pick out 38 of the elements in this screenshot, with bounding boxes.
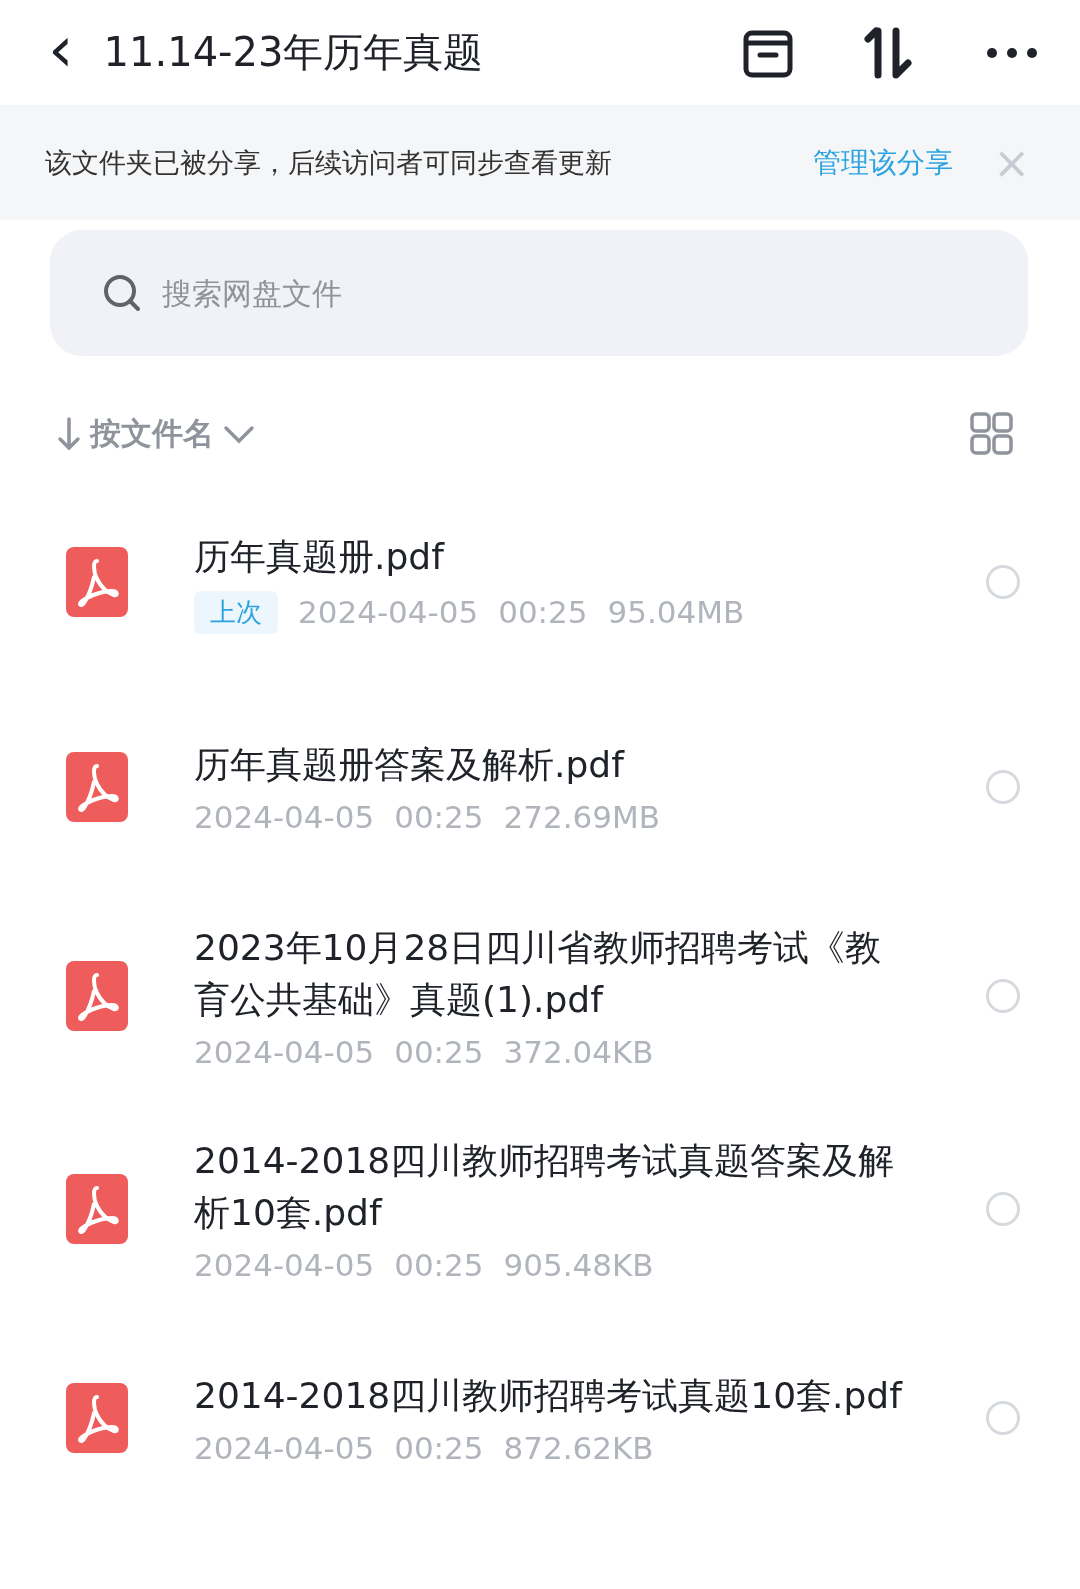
- select-radio[interactable]: [986, 1192, 1020, 1226]
- pdf-file-icon: [66, 961, 128, 1031]
- back-button[interactable]: ‹: [48, 16, 74, 81]
- file-date: 2024-04-05: [298, 594, 479, 630]
- file-size: 372.04KB: [503, 1034, 654, 1070]
- share-notice: 该文件夹已被分享，后续访问者可同步查看更新: [45, 145, 613, 180]
- folder-title: 11.14-23年历年真题: [103, 28, 485, 77]
- pdf-file-icon: [66, 1383, 128, 1453]
- file-size: 905.48KB: [503, 1247, 654, 1283]
- file-date: 2024-04-05: [194, 1247, 375, 1283]
- select-radio[interactable]: [986, 770, 1020, 804]
- file-name[interactable]: 历年真题册.pdf: [194, 530, 914, 583]
- search-icon: [102, 273, 142, 313]
- file-date: 2024-04-05: [194, 1430, 375, 1466]
- file-name[interactable]: 2014-2018四川教师招聘考试真题答案及解析10套.pdf: [194, 1135, 914, 1239]
- file-time: 00:25: [394, 799, 484, 835]
- file-size: 872.62KB: [503, 1430, 654, 1466]
- arrow-down-icon: [56, 416, 82, 452]
- select-radio[interactable]: [986, 979, 1020, 1013]
- file-size: 95.04MB: [607, 594, 745, 630]
- pdf-file-icon: [66, 1174, 128, 1244]
- file-name[interactable]: 历年真题册答案及解析.pdf: [194, 739, 914, 791]
- select-radio[interactable]: [986, 565, 1020, 599]
- file-time: 00:25: [498, 594, 588, 630]
- pdf-file-icon: [66, 547, 128, 617]
- file-date: 2024-04-05: [194, 1034, 375, 1070]
- select-radio[interactable]: [986, 1401, 1020, 1435]
- grid-view-icon[interactable]: [970, 412, 1014, 456]
- file-name[interactable]: 2014-2018四川教师招聘考试真题10套.pdf: [194, 1370, 914, 1422]
- file-name[interactable]: 2023年10月28日四川省教师招聘考试《教育公共基础》真题(1).pdf: [194, 922, 914, 1026]
- recent-badge: 上次: [194, 590, 278, 634]
- file-date: 2024-04-05: [194, 799, 375, 835]
- file-time: 00:25: [394, 1430, 484, 1466]
- file-time: 00:25: [394, 1034, 484, 1070]
- pdf-file-icon: [66, 752, 128, 822]
- search-field[interactable]: 搜索网盘文件: [50, 230, 1028, 356]
- file-time: 00:25: [394, 1247, 484, 1283]
- file-size: 272.69MB: [503, 799, 660, 835]
